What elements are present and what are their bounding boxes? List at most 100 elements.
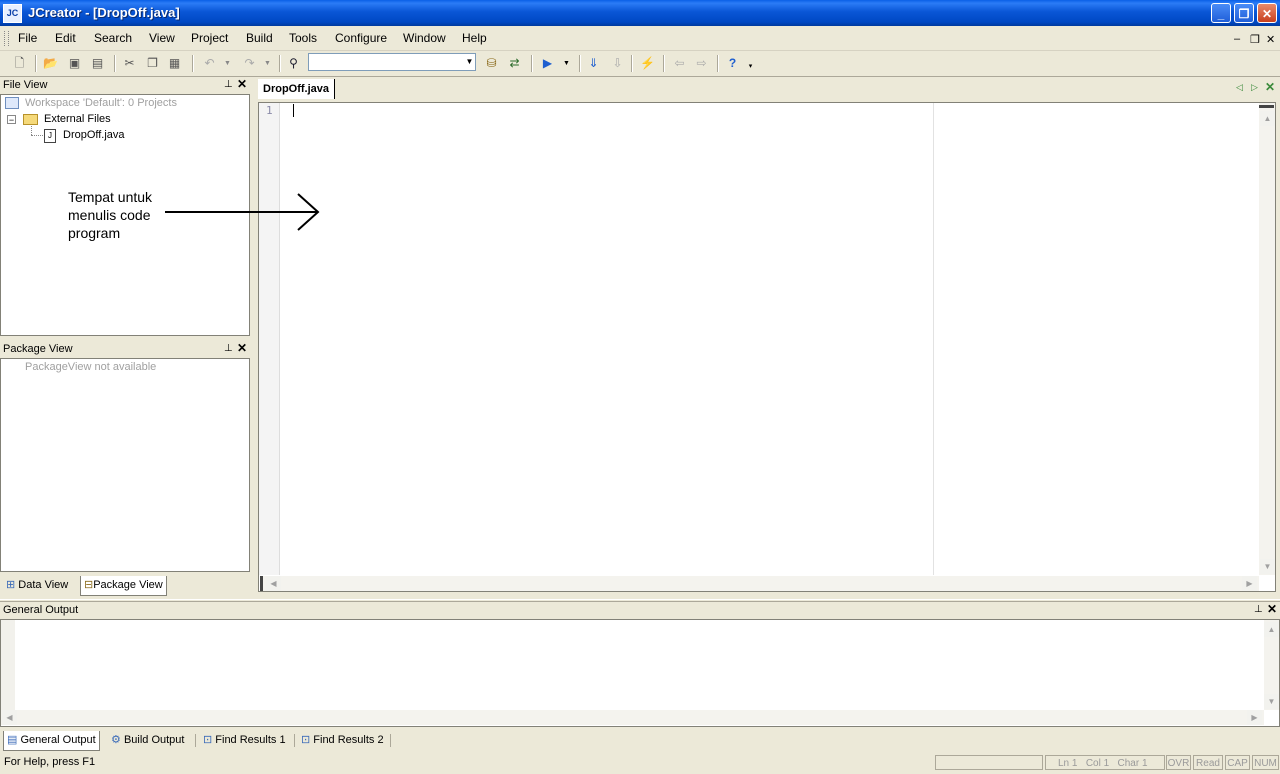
editor-close-icon[interactable]: ✕ xyxy=(1265,80,1275,94)
minimize-button[interactable]: _ xyxy=(1211,3,1231,23)
editor-horizontal-scrollbar[interactable] xyxy=(263,576,1259,591)
pin-icon[interactable]: ⊥ xyxy=(224,79,233,90)
tab-build-output[interactable]: ⚙ Build Output xyxy=(108,731,187,750)
open-folder-icon[interactable]: 📂 xyxy=(42,55,59,72)
menu-grip xyxy=(4,31,9,46)
tab-find-results-1[interactable]: ⊡ Find Results 1 xyxy=(200,731,289,750)
scroll-down-icon[interactable]: ▼ xyxy=(1260,559,1275,574)
menu-configure[interactable]: Configure xyxy=(335,31,387,45)
menu-edit[interactable]: Edit xyxy=(55,31,76,45)
output-horizontal-scrollbar[interactable] xyxy=(1,710,1264,725)
mdi-restore-button[interactable]: ❐ xyxy=(1250,33,1260,46)
wand-icon[interactable]: ⚡ xyxy=(639,55,656,72)
new-file-icon[interactable]: 🗋 xyxy=(11,55,28,72)
menu-tools[interactable]: Tools xyxy=(289,31,317,45)
copy-icon[interactable]: ❐ xyxy=(144,55,161,72)
package-view-icon: ⊟ xyxy=(84,579,94,591)
redo-icon[interactable]: ↷ xyxy=(241,55,258,72)
gear-icon: ⚙ xyxy=(111,734,121,746)
workspace-icon xyxy=(5,97,19,109)
collapse-toggle-icon[interactable]: − xyxy=(7,115,16,125)
menu-search[interactable]: Search xyxy=(94,31,132,45)
cut-icon[interactable]: ✂ xyxy=(121,55,138,72)
replace-icon[interactable]: ⇄ xyxy=(506,55,523,72)
split-handle[interactable] xyxy=(1259,105,1274,108)
pin-icon[interactable]: ⊥ xyxy=(224,343,233,354)
toolbar-separator xyxy=(279,55,281,72)
run-icon[interactable]: ▶ xyxy=(539,55,556,72)
scroll-left-icon[interactable]: ◀ xyxy=(2,710,17,725)
tab-scroll-left-icon[interactable]: ◁ xyxy=(1236,82,1243,93)
scroll-down-icon[interactable]: ▼ xyxy=(1264,694,1279,709)
package-view-close-icon[interactable]: ✕ xyxy=(237,341,247,355)
package-view-pane xyxy=(0,358,250,572)
scroll-right-icon[interactable]: ▶ xyxy=(1242,576,1257,591)
editor-tab-dropoff-java[interactable]: DropOff.java xyxy=(258,79,336,99)
tab-find-results-1-label: Find Results 1 xyxy=(215,734,286,746)
save-icon[interactable]: ▣ xyxy=(66,55,83,72)
text-cursor xyxy=(293,104,294,117)
mdi-close-button[interactable]: ✕ xyxy=(1266,33,1275,46)
undo-icon[interactable]: ↶ xyxy=(201,55,218,72)
close-button[interactable]: ✕ xyxy=(1257,3,1277,23)
toolbar-separator xyxy=(579,55,581,72)
restore-button[interactable]: ❐ xyxy=(1234,3,1254,23)
build-icon[interactable]: ⇩ xyxy=(609,55,626,72)
app-icon[interactable]: JC xyxy=(3,4,22,23)
package-view-header: Package View xyxy=(0,341,250,357)
tab-general-output[interactable]: ▤ General Output xyxy=(3,731,100,751)
toolbar-separator xyxy=(717,55,719,72)
tab-scroll-right-icon[interactable]: ▷ xyxy=(1251,82,1258,93)
search-combo-dropdown-icon[interactable]: ▼ xyxy=(464,54,475,70)
undo-dropdown-icon[interactable]: ▼ xyxy=(219,55,236,72)
tab-find-results-2[interactable]: ⊡ Find Results 2 xyxy=(298,731,387,750)
menu-window[interactable]: Window xyxy=(403,31,446,45)
toolbar-separator xyxy=(192,55,194,72)
tab-data-view-label: Data View xyxy=(18,579,69,591)
data-view-icon: ⊞ xyxy=(6,579,16,591)
scroll-right-icon[interactable]: ▶ xyxy=(1247,710,1262,725)
file-view-close-icon[interactable]: ✕ xyxy=(237,77,247,91)
find-binoculars-icon[interactable]: ⚲ xyxy=(285,55,302,72)
tree-file-dropoff-java[interactable]: DropOff.java xyxy=(63,129,125,141)
split-handle[interactable] xyxy=(260,576,263,591)
window-title: JCreator - [DropOff.java] xyxy=(28,5,180,20)
workspace-label[interactable]: Workspace 'Default': 0 Projects xyxy=(25,97,177,109)
bottom-tab-strip xyxy=(0,728,1280,752)
menu-view[interactable]: View xyxy=(149,31,175,45)
output-close-icon[interactable]: ✕ xyxy=(1267,602,1277,616)
menu-project[interactable]: Project xyxy=(191,31,228,45)
toolbar-options-icon[interactable]: ▾ xyxy=(742,58,759,75)
tree-folder-external-files[interactable]: External Files xyxy=(44,113,111,125)
help-icon[interactable]: ? xyxy=(724,55,741,72)
package-view-title: Package View xyxy=(3,343,73,355)
menu-help[interactable]: Help xyxy=(462,31,487,45)
run-dropdown-icon[interactable]: ▼ xyxy=(558,55,575,72)
scroll-up-icon[interactable]: ▲ xyxy=(1260,111,1275,126)
pin-icon[interactable]: ⊥ xyxy=(1254,604,1263,615)
find-in-files-icon[interactable]: ⛁ xyxy=(483,55,500,72)
tree-line xyxy=(31,126,33,135)
mdi-minimize-button[interactable]: ‒ xyxy=(1234,33,1240,45)
redo-dropdown-icon[interactable]: ▼ xyxy=(259,55,276,72)
tab-separator xyxy=(294,734,295,747)
back-arrow-icon[interactable]: ⇦ xyxy=(671,55,688,72)
menu-build[interactable]: Build xyxy=(246,31,273,45)
save-all-icon[interactable]: ▤ xyxy=(89,55,106,72)
scroll-up-icon[interactable]: ▲ xyxy=(1264,622,1279,637)
forward-arrow-icon[interactable]: ⇨ xyxy=(693,55,710,72)
paste-icon[interactable]: ▦ xyxy=(166,55,183,72)
editor-vertical-scrollbar[interactable] xyxy=(1259,103,1275,575)
title-bar xyxy=(0,0,1280,26)
scroll-left-icon[interactable]: ◀ xyxy=(266,576,281,591)
code-editor[interactable] xyxy=(258,102,1276,592)
output-title: General Output xyxy=(3,604,79,616)
search-combo-input[interactable] xyxy=(308,53,476,71)
toolbar-separator xyxy=(35,55,37,72)
tab-package-view[interactable]: ⊟Package View xyxy=(80,576,167,596)
tab-data-view[interactable]: ⊞ Data View xyxy=(3,576,71,595)
toolbar-separator xyxy=(631,55,633,72)
compile-icon[interactable]: ⇓ xyxy=(585,55,602,72)
menu-file[interactable]: File xyxy=(18,31,37,45)
status-char: Char 1 xyxy=(1117,758,1148,769)
